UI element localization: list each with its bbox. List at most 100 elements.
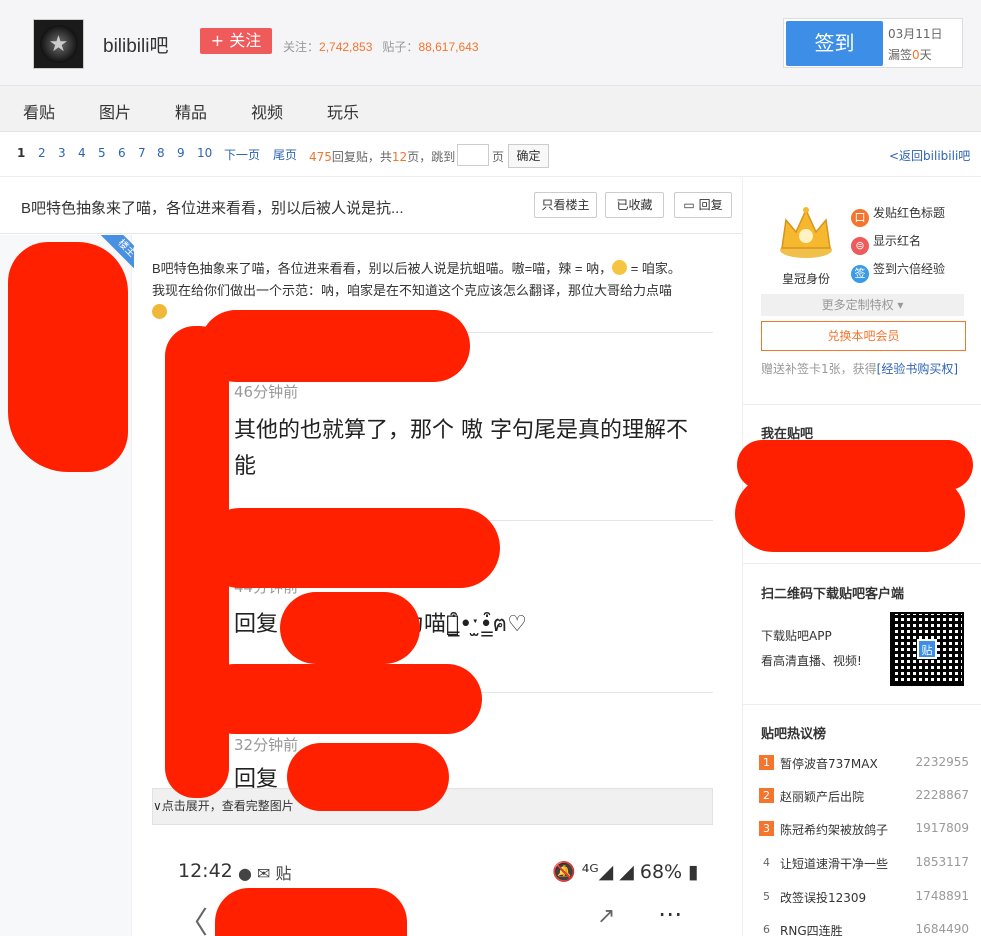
page-link-2[interactable]: 2 [38, 146, 46, 160]
phone-battery: 🔕 ⁴ᴳ◢ ◢ 68% ▮ [552, 861, 699, 883]
redaction-mark [8, 242, 128, 472]
forum-logo[interactable]: ★ [33, 19, 84, 69]
hot-topic-title[interactable]: RNG四连胜 [780, 922, 843, 936]
hot-topic-value: 2232955 [915, 755, 969, 769]
page-link-10[interactable]: 10 [197, 146, 212, 160]
follow-count-label: 关注： [283, 40, 320, 54]
qr-download-line-1: 下载贴吧APP [761, 629, 832, 643]
comment-text: 其他的也就算了，那个 嗷 字句尾是真的理解不能 [234, 418, 688, 479]
qr-center-logo: 贴 [917, 639, 937, 659]
thread-title-bar: B吧特色抽象来了喵，各位进来看看，别以后被人说是抗... 只看楼主 已收藏 ▭ … [0, 178, 742, 234]
post-count-label: 贴子： [382, 40, 419, 54]
forum-nav: 看贴 图片 精品 视频 玩乐 [0, 86, 981, 132]
reply-count: 475 [309, 150, 332, 164]
privilege-label: 显示红名 [873, 234, 922, 248]
phone-status-icons: ● ✉ 贴 [238, 864, 292, 883]
thread-title: B吧特色抽象来了喵，各位进来看看，别以后被人说是抗... [21, 200, 404, 217]
nav-item-posts[interactable]: 看贴 [23, 99, 55, 123]
reply-label: 回复贴，共 [331, 150, 392, 164]
phone-time: 12:42 [178, 860, 233, 882]
signin-miss-prefix: 漏签 [888, 48, 913, 62]
signin-exp-icon: 签 [851, 265, 869, 283]
page-link-7[interactable]: 7 [138, 146, 146, 160]
divider [743, 563, 981, 564]
crown-icon [780, 207, 832, 258]
hot-rank: 4 [763, 856, 770, 869]
pagination-bar: 1 2 3 4 5 6 7 8 9 10 下一页 尾页 475回复贴，共12页，… [0, 132, 981, 177]
privilege-item: 签签到六倍经验 [851, 260, 945, 283]
page-link-9[interactable]: 9 [177, 146, 185, 160]
privilege-item: 口发贴红色标题 [851, 204, 945, 227]
reply-summary: 475回复贴，共12页，跳到 [309, 148, 455, 165]
privilege-label: 签到六倍经验 [873, 262, 946, 276]
hot-rank: 1 [759, 755, 774, 770]
hot-topic-value: 1684490 [915, 922, 969, 936]
exp-book-link[interactable]: [经验书购买权] [877, 362, 958, 376]
next-page-link[interactable]: 下一页 [224, 146, 260, 163]
comment-time: 46分钟前 [234, 383, 299, 401]
signin-panel: 签到 03月11日 漏签0天 [783, 18, 963, 68]
nav-item-featured[interactable]: 精品 [175, 99, 207, 123]
reply-button-label: 回复 [698, 198, 723, 212]
more-privileges-button[interactable]: 更多定制特权 ▾ [761, 294, 964, 316]
redaction-mark [287, 743, 449, 811]
jump-page-input[interactable] [457, 144, 489, 166]
back-arrow-icon: 〈 [178, 906, 208, 936]
hot-topic-value: 1748891 [915, 889, 969, 903]
sidebar: 皇冠身份 口发贴红色标题 ⊜ 显示红名 签签到六倍经验 更多定制特权 ▾ 兑换本吧… [735, 178, 981, 936]
hot-topic-title[interactable]: 赵丽颖产后出院 [780, 788, 864, 805]
redaction-mark [215, 888, 407, 936]
hot-topic-value: 1917809 [915, 821, 969, 835]
more-icon: ⋯ [658, 900, 682, 928]
crown-label: 皇冠身份 [782, 272, 831, 286]
jump-confirm-button[interactable]: 确定 [508, 144, 549, 168]
bonus-desc: 赠送补签卡1张，获得 [761, 362, 877, 376]
hot-rank: 6 [763, 923, 770, 936]
back-to-forum-link[interactable]: <返回bilibili吧 [889, 147, 970, 164]
page-link-4[interactable]: 4 [78, 146, 86, 160]
page-link-6[interactable]: 6 [118, 146, 126, 160]
page-link-5[interactable]: 5 [98, 146, 106, 160]
signin-date: 03月11日 [888, 27, 943, 41]
hot-topic-title[interactable]: 陈冠希约架被放鸽子 [780, 821, 888, 838]
title-color-icon: 口 [851, 209, 869, 227]
privilege-label: 发贴红色标题 [873, 206, 946, 220]
forum-stats: 关注：2,742,853 贴子：88,617,643 [283, 38, 479, 55]
page-link-8[interactable]: 8 [157, 146, 165, 160]
redaction-mark [735, 476, 965, 552]
redaction-mark [200, 664, 482, 734]
signin-miss-days: 0 [912, 48, 920, 62]
post-line-1: B吧特色抽象来了喵，各位进来看看，别以后被人说是抗蛆喵。嗷=喵，辣 = 呐， [152, 261, 613, 276]
page-total: 12 [391, 150, 408, 164]
follow-button[interactable]: + 关注 [200, 28, 272, 54]
signin-miss-suffix: 天 [919, 48, 932, 62]
post-line-2: 我现在给你们做出一个示范：呐，咱家是在不知道这个克应该怎么翻译，那位大哥给力点喵 [152, 283, 673, 298]
hot-topics-title: 贴吧热议榜 [761, 727, 827, 742]
last-page-link[interactable]: 尾页 [273, 146, 297, 163]
forum-header: ★ bilibili吧 + 关注 关注：2,742,853 贴子：88,617,… [0, 0, 981, 86]
hot-topic-title[interactable]: 改签误投12309 [780, 889, 866, 906]
hot-topic-title[interactable]: 让短道速滑干净一些 [780, 855, 888, 872]
red-name-icon: ⊜ [851, 237, 869, 255]
nav-item-fun[interactable]: 玩乐 [327, 99, 359, 123]
hot-rank: 2 [759, 788, 774, 803]
signin-miss: 漏签0天 [888, 46, 932, 63]
nav-item-videos[interactable]: 视频 [251, 99, 283, 123]
jump-suffix: 页 [492, 150, 505, 164]
qr-download-line-2: 看高清直播、视频! [761, 654, 862, 668]
post-count: 88,617,643 [418, 40, 479, 54]
hot-topic-title[interactable]: 暂停波音737MAX [780, 755, 878, 772]
collected-button[interactable]: 已收藏 [605, 192, 664, 218]
thread-main: B吧特色抽象来了喵，各位进来看看，别以后被人说是抗... 只看楼主 已收藏 ▭ … [0, 178, 742, 936]
redeem-membership-button[interactable]: 兑换本吧会员 [761, 321, 966, 351]
signin-button[interactable]: 签到 [786, 21, 883, 66]
nav-item-images[interactable]: 图片 [99, 99, 131, 123]
forum-name[interactable]: bilibili吧 [103, 31, 168, 58]
post-line-1-tail: = 咱家。 [627, 261, 681, 276]
hot-topic-value: 2228867 [915, 788, 969, 802]
page-link-3[interactable]: 3 [58, 146, 66, 160]
only-author-button[interactable]: 只看楼主 [534, 192, 597, 218]
page-total-suffix: 页， [407, 150, 432, 164]
reply-button[interactable]: ▭ 回复 [674, 192, 732, 218]
hot-topic-value: 1853117 [915, 855, 969, 869]
